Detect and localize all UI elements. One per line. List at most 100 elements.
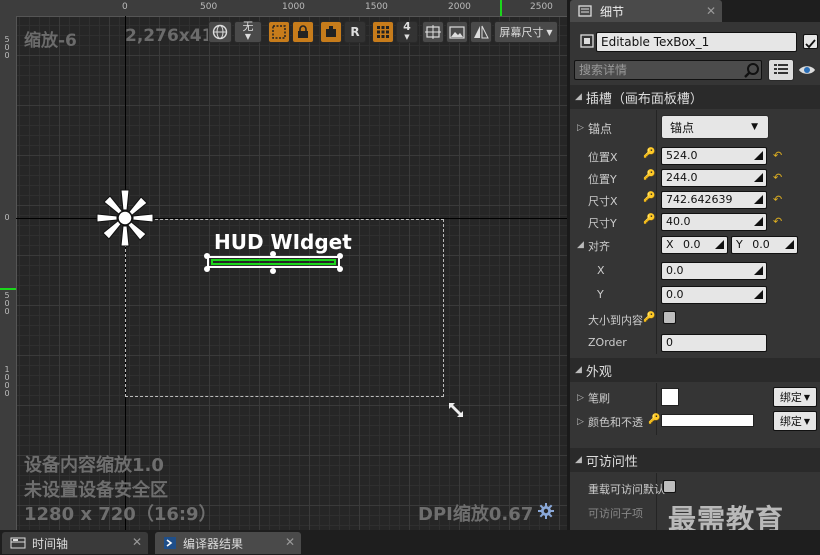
resize-handle-bottom[interactable] (270, 268, 276, 274)
brush-label: 笔刷 (588, 392, 610, 405)
chevron-down-icon: ▼ (244, 32, 252, 41)
size-y-input[interactable]: 40.0 (661, 213, 767, 231)
resize-handle-top-right[interactable] (337, 253, 343, 259)
search-details-input[interactable]: 搜索详情 (574, 60, 762, 80)
dashed-square-icon (272, 25, 286, 39)
resize-handle-top-left[interactable] (204, 253, 210, 259)
anchors-dropdown[interactable]: 锚点 ▼ (661, 115, 769, 139)
list-view-icon (774, 64, 788, 74)
size-to-content-checkbox[interactable] (663, 311, 676, 324)
expand-triangle-icon[interactable]: ▷ (577, 417, 584, 427)
hud-widget-title[interactable]: HUD WIdget (214, 230, 352, 254)
ruler-tick-label: 0 (122, 2, 128, 12)
selection-outline (211, 259, 336, 265)
outline-toggle[interactable] (268, 21, 290, 43)
size-y-value: 40.0 (666, 215, 691, 228)
reset-arrow-icon[interactable]: ↶ (773, 216, 783, 227)
close-icon[interactable]: ✕ (132, 535, 142, 549)
prop-label: 尺寸Y (588, 217, 617, 230)
localization-preview-dropdown[interactable]: 无 ▼ (234, 21, 262, 43)
zoom-level: 缩放-6 (24, 31, 77, 51)
ruler-tick-label: 500 (4, 35, 10, 60)
collapse-triangle-icon: ◢ (575, 365, 582, 375)
color-opacity-label: 颜色和不透 (588, 416, 643, 429)
key-icon[interactable]: 🔑 (648, 414, 660, 425)
chevron-down-icon: ▼ (803, 392, 811, 402)
key-icon[interactable]: 🔑 (643, 312, 655, 323)
close-icon[interactable]: ✕ (706, 4, 716, 18)
details-tab-icon (578, 5, 592, 17)
key-icon[interactable]: 🔑 (643, 214, 655, 225)
key-icon[interactable]: 🔑 (643, 192, 655, 203)
gear-icon[interactable] (537, 502, 555, 520)
reset-arrow-icon[interactable]: ↶ (773, 194, 783, 205)
column-divider (656, 383, 657, 435)
alignment-y-input[interactable]: Y 0.0 (731, 236, 798, 254)
drag-corner-icon (754, 151, 763, 160)
key-icon[interactable]: 🔑 (643, 170, 655, 181)
alignment-sub-y-input[interactable]: 0.0 (661, 286, 767, 304)
property-matrix-button[interactable] (768, 59, 794, 81)
tab-timeline[interactable]: 时间轴 ✕ (2, 532, 148, 554)
respect-locks-button[interactable] (422, 21, 444, 43)
expand-triangle-icon[interactable]: ▷ (577, 393, 584, 403)
grid-snap-toggle[interactable] (372, 21, 394, 43)
eye-icon[interactable] (798, 63, 816, 77)
localization-preview-label: 无 (242, 20, 254, 33)
chevron-down-icon: ▼ (546, 27, 553, 37)
alignment-x-input[interactable]: X 0.0 (661, 236, 728, 254)
bind-label: 绑定 (779, 415, 802, 428)
selected-editable-textbox[interactable] (207, 256, 340, 268)
override-accessible-checkbox[interactable] (663, 480, 676, 493)
device-resolution: 1280 x 720（16:9） (24, 504, 217, 525)
brush-swatch[interactable] (661, 388, 679, 406)
designer-viewport[interactable]: 0 500 1000 1500 2000 2500 500 0 500 1000… (0, 0, 567, 530)
screen-size-dropdown[interactable]: 屏幕尺寸 ▼ (494, 21, 558, 43)
category-appearance[interactable]: ◢ 外观 (570, 358, 820, 382)
resize-handle-top[interactable] (270, 251, 276, 257)
collapse-triangle-icon[interactable]: ◢ (577, 240, 584, 250)
tab-details[interactable]: 细节 ✕ (570, 0, 722, 22)
tab-timeline-label: 时间轴 (32, 536, 69, 551)
drag-corner-icon (785, 240, 794, 249)
reset-arrow-icon[interactable]: ↶ (773, 150, 783, 161)
ruler-selection-marker (500, 0, 502, 16)
transform-mode-button[interactable] (320, 21, 342, 43)
ruler-tick-label: 2000 (448, 2, 471, 12)
size-x-input[interactable]: 742.642639 (661, 191, 767, 209)
is-variable-checkbox[interactable] (803, 34, 818, 49)
widget-name-input[interactable]: Editable TexBox_1 (596, 32, 797, 52)
resize-diagonal-icon[interactable] (447, 401, 465, 419)
reset-arrow-icon[interactable]: ↶ (773, 172, 783, 183)
grid-snap-value-dropdown[interactable]: 4 ▼ (396, 21, 418, 43)
color-bind-button[interactable]: 绑定 ▼ (773, 411, 817, 431)
horizontal-ruler: 0 500 1000 1500 2000 2500 (0, 0, 567, 17)
key-icon[interactable]: 🔑 (643, 148, 655, 159)
expand-triangle-icon[interactable]: ▷ (577, 123, 584, 133)
alignment-sub-x-label: X (597, 264, 605, 277)
color-opacity-swatch[interactable] (661, 414, 754, 427)
position-y-input[interactable]: 244.0 (661, 169, 767, 187)
position-x-input[interactable]: 524.0 (661, 147, 767, 165)
anchor-flower-icon[interactable] (93, 186, 157, 250)
lock-toggle[interactable] (292, 21, 314, 43)
alignment-sub-x-input[interactable]: 0.0 (661, 262, 767, 280)
device-safe-zone-status: 未设置设备安全区 (24, 480, 168, 501)
anchors-dropdown-value: 锚点 (670, 120, 695, 135)
close-icon[interactable]: ✕ (285, 535, 295, 549)
category-slot[interactable]: ◢ 插槽（画布面板槽） (570, 85, 820, 109)
search-icon[interactable] (744, 62, 760, 78)
brush-bind-button[interactable]: 绑定 ▼ (773, 387, 817, 407)
resize-handle-bottom-left[interactable] (204, 266, 210, 272)
tab-compiler-results[interactable]: 编译器结果 ✕ (155, 532, 301, 554)
background-image-button[interactable] (446, 21, 468, 43)
category-accessibility[interactable]: ◢ 可访问性 (570, 448, 820, 472)
r-mode-button[interactable]: R (344, 21, 366, 43)
mirror-button[interactable] (470, 21, 492, 43)
resize-handle-bottom-right[interactable] (337, 266, 343, 272)
zorder-input[interactable]: 0 (661, 334, 767, 352)
bind-label: 绑定 (779, 391, 802, 404)
transform-icon (326, 26, 336, 37)
size-x-value: 742.642639 (666, 193, 733, 206)
globe-button[interactable] (208, 21, 232, 43)
